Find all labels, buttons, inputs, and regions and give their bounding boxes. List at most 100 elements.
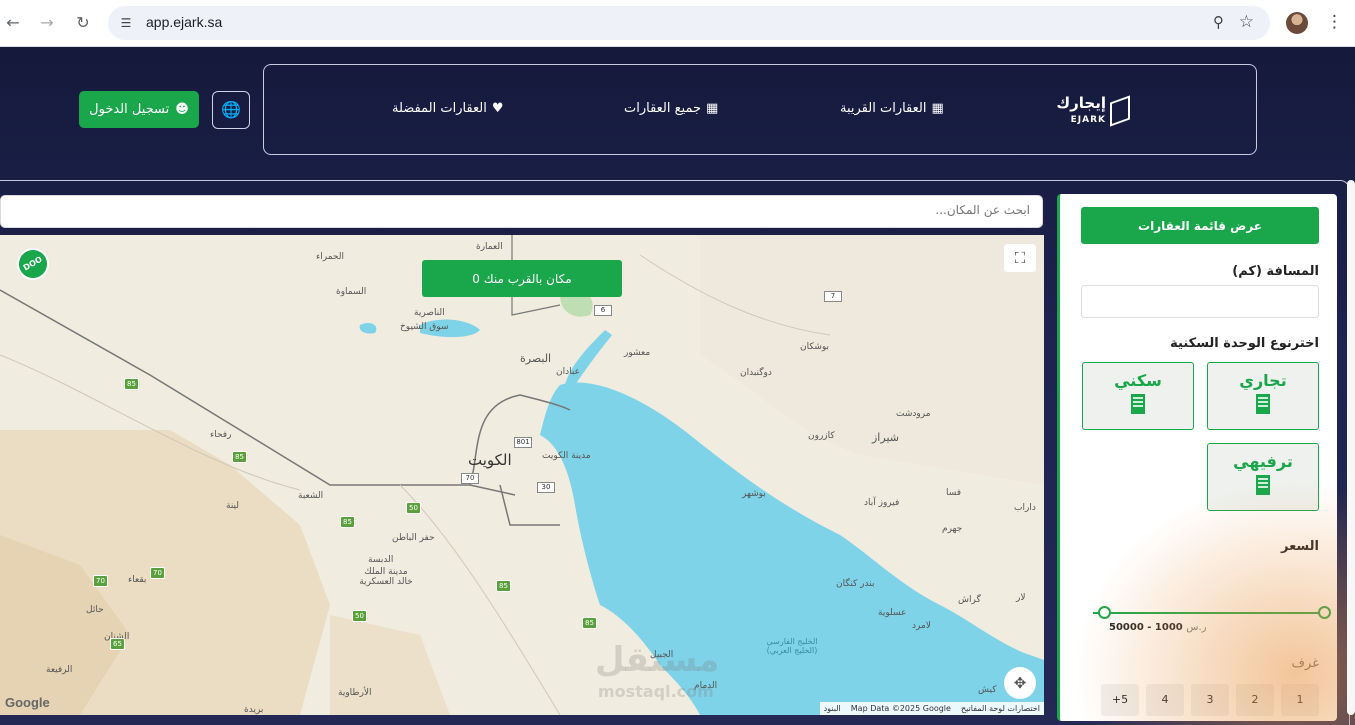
road-number-7: 7 [824, 291, 842, 302]
language-globe-icon[interactable]: 🌐 [212, 91, 250, 129]
show-property-list-button[interactable]: عرض قائمة العقارات [1081, 207, 1319, 244]
logo-arabic: إيجارك [1056, 94, 1106, 112]
attribution-map-data: Map Data ©2025 Google [850, 704, 951, 713]
distance-label: المسافة (كم) [1232, 264, 1319, 279]
unit-residential-card[interactable]: سكني [1082, 362, 1194, 430]
attribution-terms[interactable]: البنود [824, 704, 841, 713]
arrow-right-icon[interactable]: → [36, 12, 58, 34]
map-label-lamerd: لامرد [912, 621, 931, 631]
map[interactable]: DOO 0 مكان بالقرب منك ⛶ ✥ الكويت البصرة … [0, 235, 1044, 715]
map-label-fasa: فسا [946, 488, 962, 498]
unit-commercial-card[interactable]: تجاري [1207, 362, 1319, 430]
google-logo: Google [5, 695, 50, 710]
reload-icon[interactable]: ↻ [72, 12, 94, 34]
building-icon: ▦ [706, 101, 719, 116]
price-currency: ر.س [1186, 622, 1207, 633]
url-text[interactable]: app.ejark.sa [146, 14, 222, 30]
filter-sidebar: عرض قائمة العقارات المسافة (كم) اخترنوع … [1057, 194, 1337, 721]
nav-favorite-properties[interactable]: العقارات المفضلة ♥ [392, 101, 504, 116]
map-label-hafr: حفر الباطن [392, 533, 435, 543]
highway-shield-85: 85 [582, 617, 597, 629]
map-label-bandar-kangan: بندر كنگان [836, 579, 875, 589]
map-label-shiraz: شيراز [872, 431, 899, 444]
main-navbar: إيجارك EJARK العقارات القريبة ▦ جميع الع… [263, 64, 1257, 155]
nav-nearby-label: العقارات القريبة [840, 101, 927, 116]
road-number-30: 30 [537, 482, 555, 493]
map-label-linah: لينة [226, 501, 239, 511]
unit-residential-label: سكني [1114, 371, 1162, 390]
places-near-you-button[interactable]: 0 مكان بالقرب منك [422, 260, 622, 297]
map-label-firuzabad: فیروز آباد [864, 498, 900, 508]
map-label-suq: سوق الشيوخ [400, 322, 449, 332]
site-settings-icon[interactable]: ☰ [118, 15, 134, 31]
building-icon [1256, 394, 1270, 414]
zoom-icon[interactable]: ⚲ [1213, 13, 1224, 31]
ejark-logo[interactable]: إيجارك EJARK [1056, 94, 1130, 129]
map-label-bushkan: بوشکان [800, 342, 830, 352]
building-icon [1131, 394, 1145, 414]
map-label-dogonbadan: دوگنبدان [740, 368, 772, 378]
map-label-samawah: السماوة [336, 287, 367, 297]
nav-favorites-label: العقارات المفضلة [392, 101, 487, 116]
arrow-left-icon[interactable]: ← [2, 12, 24, 34]
unit-commercial-label: تجاري [1239, 371, 1287, 390]
login-button[interactable]: تسجيل الدخول ☻ [79, 91, 199, 128]
highway-shield-70: 70 [150, 567, 165, 579]
highway-shield-50: 50 [406, 502, 421, 514]
map-label-dibdibah: الدبسة [368, 555, 394, 565]
map-label-marvdasht: مرودشت [896, 409, 931, 419]
heart-icon: ♥ [491, 101, 504, 116]
room-option-1[interactable]: 1 [1281, 684, 1319, 716]
map-label-abadan: عبادان [556, 367, 580, 377]
map-label-gerash: گراش [958, 595, 981, 605]
highway-shield-65: 65 [110, 638, 125, 650]
map-label-shuhba: الشعبة [298, 491, 324, 501]
highway-shield-85: 85 [232, 451, 247, 463]
map-label-kuwait: الكويت [468, 451, 512, 469]
unit-recreational-label: ترفيهي [1233, 452, 1293, 471]
profile-avatar[interactable] [1286, 12, 1308, 34]
login-label: تسجيل الدخول [89, 102, 170, 117]
logo-mark-icon [1110, 95, 1130, 127]
building-icon: ▦ [931, 101, 944, 116]
fullscreen-icon[interactable]: ⛶ [1004, 244, 1036, 272]
map-label-hamra: الحمراء [316, 252, 344, 262]
map-camera-control-icon[interactable]: ✥ [1004, 667, 1036, 699]
page-scrollbar[interactable] [1347, 180, 1355, 715]
unit-type-label: اخترنوع الوحدة السكنية [1170, 336, 1319, 351]
map-label-artawiyah: الأرطاوية [338, 688, 372, 698]
map-label-nasiriyah: الناصرية [414, 308, 445, 318]
map-label-kazerun: كازرون [808, 431, 835, 441]
browser-menu-icon[interactable]: ⋮ [1326, 12, 1343, 32]
room-option-2[interactable]: 2 [1236, 684, 1274, 716]
map-label-kuwait-city: مدينة الكويت [542, 451, 591, 461]
page: إيجارك EJARK العقارات القريبة ▦ جميع الع… [0, 47, 1355, 725]
bookmark-star-icon[interactable]: ☆ [1239, 12, 1254, 32]
map-canvas [0, 235, 1044, 715]
location-search-input[interactable] [630, 203, 1030, 217]
highway-shield-85: 85 [496, 580, 511, 592]
distance-input[interactable] [1081, 285, 1319, 318]
highway-shield-70: 70 [93, 575, 108, 587]
unit-recreational-card[interactable]: ترفيهي [1207, 443, 1319, 511]
map-label-rafha: رفحاء [210, 430, 232, 440]
map-label-hail: حائل [86, 605, 104, 615]
price-slider-track[interactable] [1093, 612, 1319, 614]
location-search[interactable] [0, 195, 1043, 228]
map-label-burayda: بريدة [244, 705, 264, 715]
room-option-4[interactable]: 4 [1146, 684, 1184, 716]
attribution-shortcuts[interactable]: اختصارات لوحة المفاتيح [961, 704, 1040, 713]
room-option-5-plus[interactable]: 5+ [1101, 684, 1139, 716]
nav-all-properties[interactable]: جميع العقارات ▦ [624, 101, 718, 116]
nav-nearby-properties[interactable]: العقارات القريبة ▦ [840, 101, 944, 116]
map-label-gulf: الخليج الفارسي (الخليج العربي) [766, 637, 818, 655]
highway-shield-50: 50 [352, 610, 367, 622]
price-slider-min-thumb[interactable] [1098, 606, 1111, 619]
room-option-3[interactable]: 3 [1191, 684, 1229, 716]
map-label-assaluyeh: عسلوية [878, 608, 907, 618]
address-bar[interactable]: ☰ app.ejark.sa ⚲ ☆ [108, 6, 1270, 40]
price-range-value: 1000 - 50000 [1109, 622, 1183, 633]
highway-shield-85: 85 [340, 516, 355, 528]
price-slider-max-thumb[interactable] [1318, 606, 1331, 619]
rooms-label: غرف [1291, 656, 1319, 671]
